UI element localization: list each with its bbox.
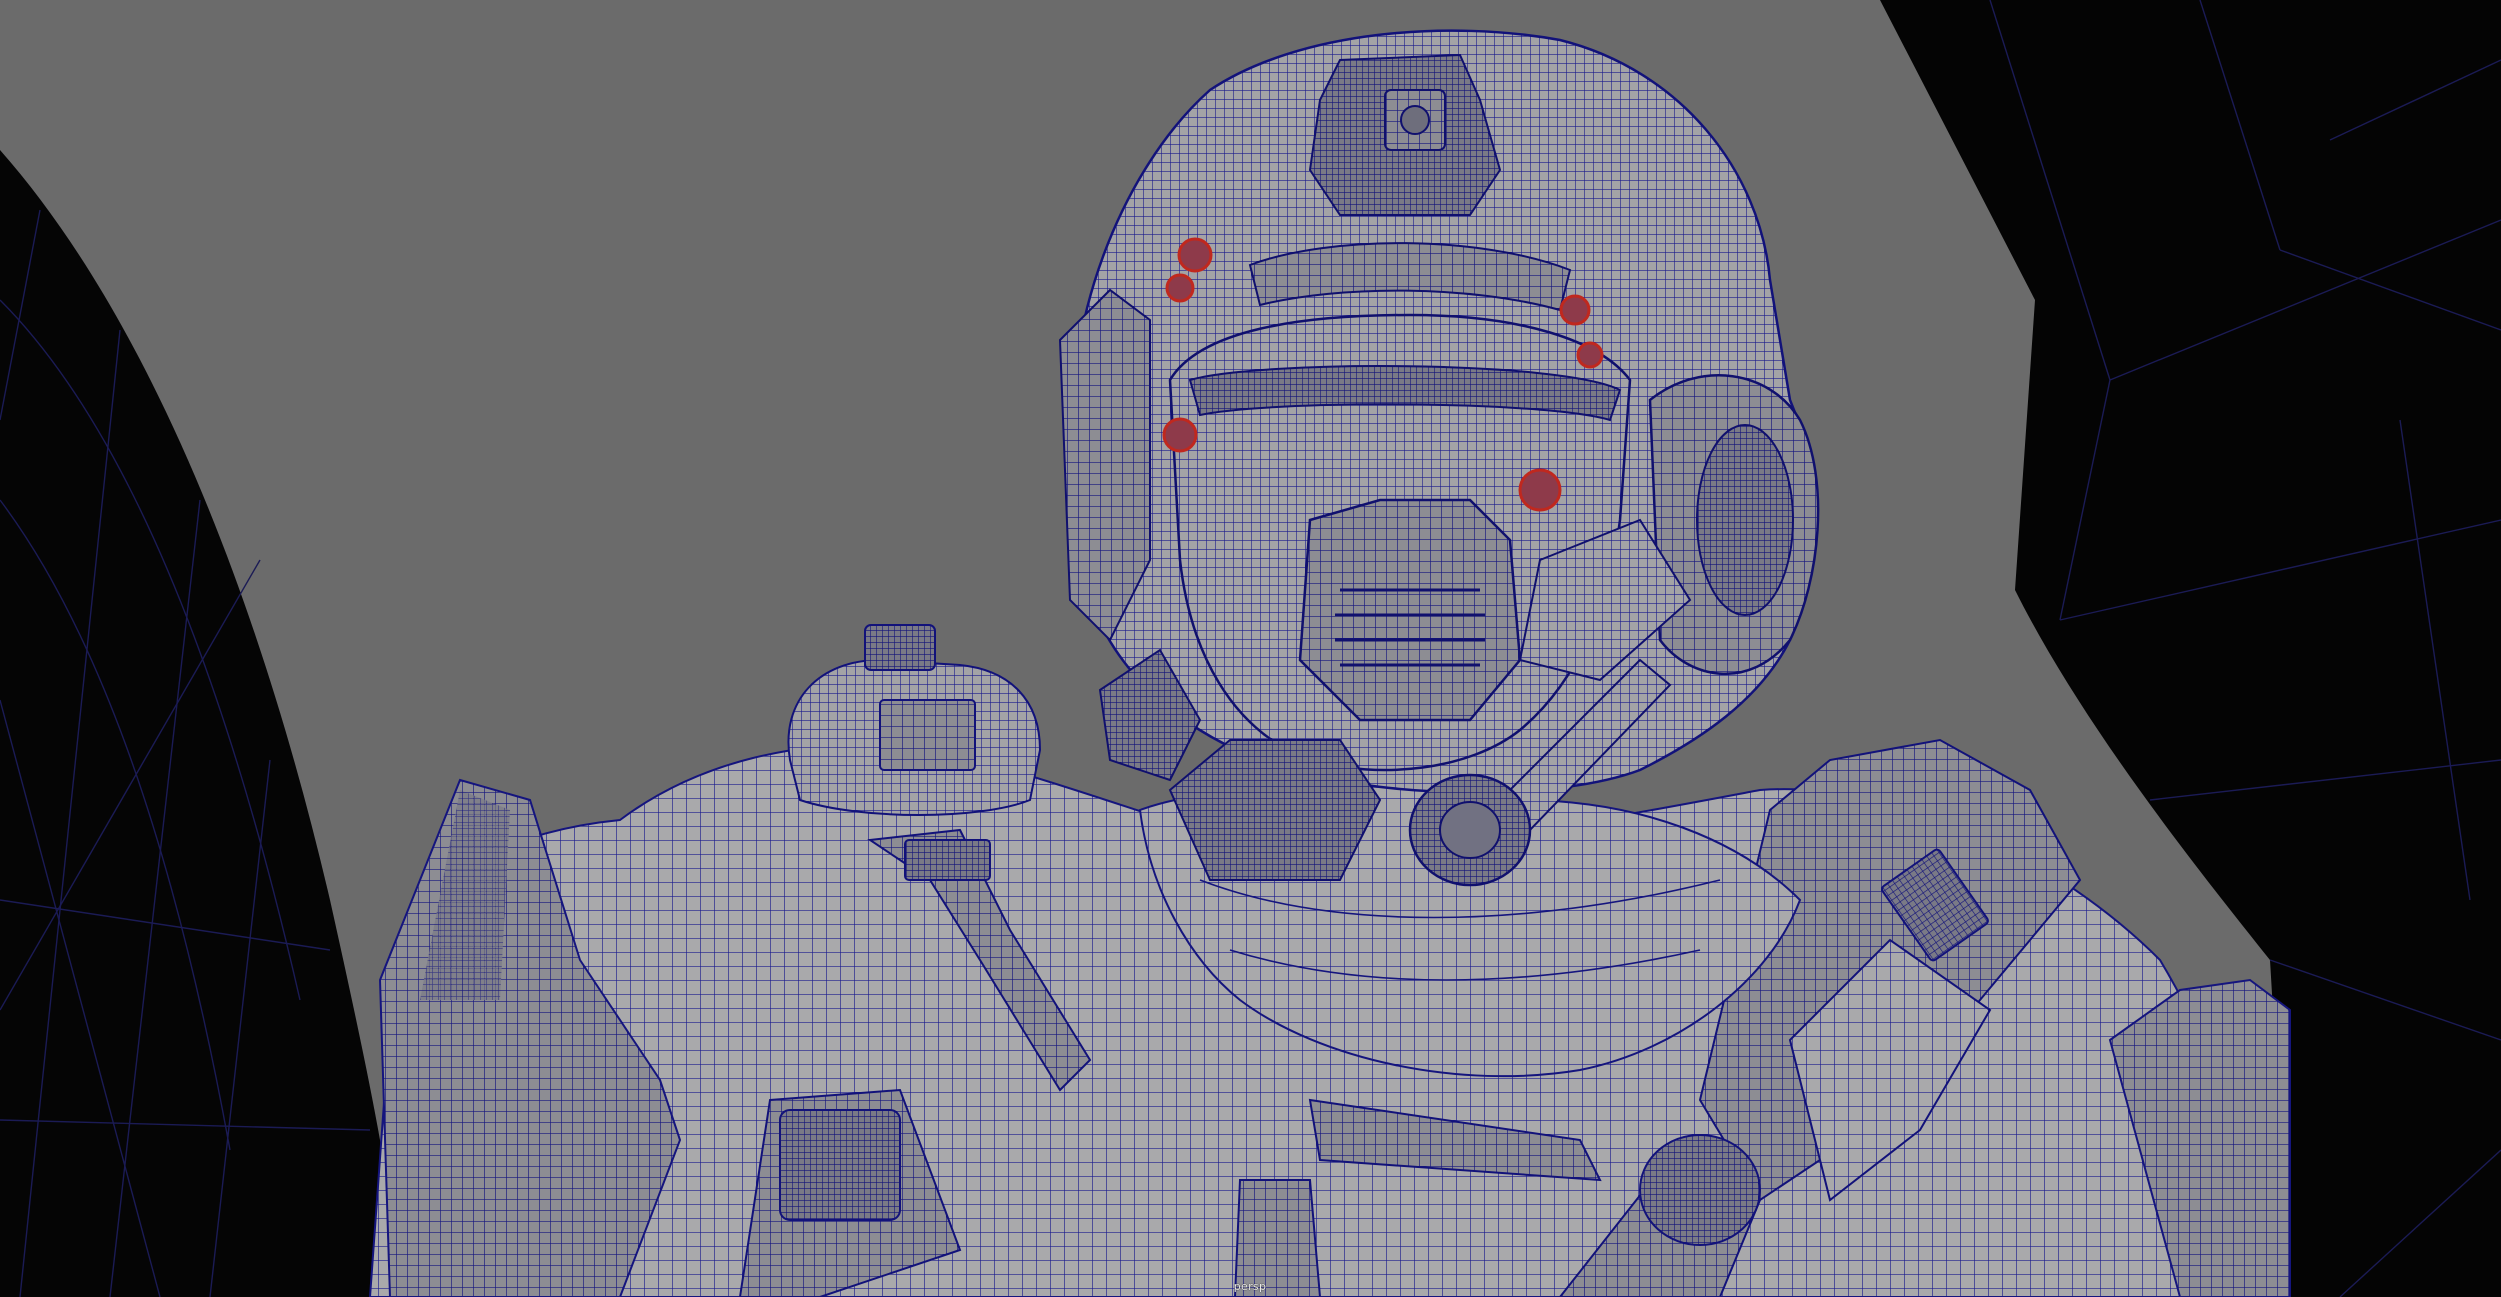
viewport-panel[interactable]: persp bbox=[0, 0, 2501, 1297]
scene-canvas[interactable] bbox=[0, 0, 2501, 1297]
camera-name-label: persp bbox=[1233, 1280, 1267, 1293]
